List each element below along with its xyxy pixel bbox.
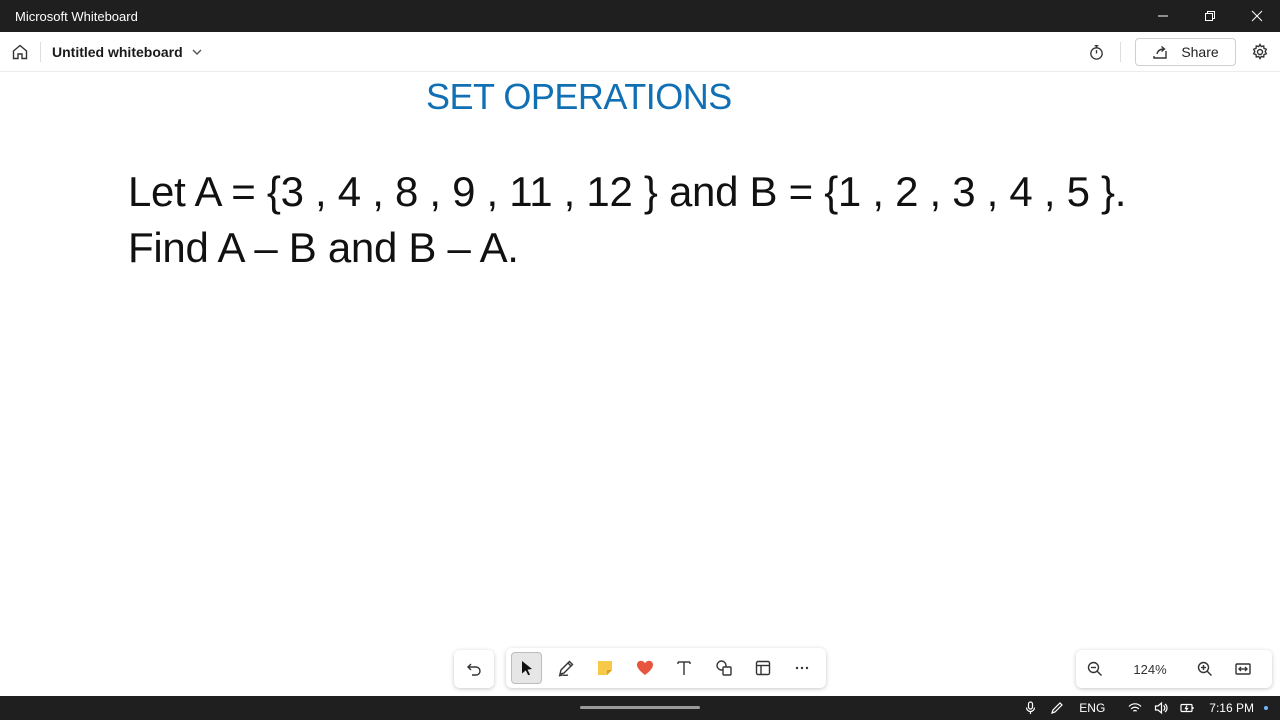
close-button[interactable]	[1233, 0, 1280, 32]
tools-toolbar	[506, 648, 826, 688]
templates-tool[interactable]	[747, 652, 778, 684]
chevron-down-icon	[192, 49, 202, 55]
minimize-button[interactable]	[1139, 0, 1186, 32]
battery-icon[interactable]	[1179, 700, 1195, 716]
share-label: Share	[1181, 44, 1219, 60]
select-tool[interactable]	[511, 652, 543, 684]
settings-icon	[1252, 43, 1268, 60]
home-icon	[12, 44, 28, 59]
wifi-icon[interactable]	[1127, 700, 1143, 716]
text-icon	[677, 661, 691, 675]
appbar-divider-right	[1120, 42, 1121, 62]
select-icon	[521, 661, 532, 676]
share-button[interactable]: Share	[1135, 38, 1236, 66]
heading-text[interactable]: SET OPERATIONS	[426, 76, 732, 118]
volume-icon[interactable]	[1153, 700, 1169, 716]
gesture-handle[interactable]	[580, 706, 700, 709]
minimize-icon	[1157, 15, 1168, 17]
fit-to-screen-button[interactable]	[1224, 650, 1262, 688]
heart-icon	[636, 660, 653, 675]
more-tools-button[interactable]	[787, 652, 818, 684]
sticky-note-icon	[598, 661, 613, 675]
microphone-icon[interactable]	[1023, 700, 1039, 716]
zoom-in-button[interactable]	[1186, 650, 1224, 688]
shapes-tool[interactable]	[708, 652, 739, 684]
pen-input-icon[interactable]	[1049, 700, 1065, 716]
taskbar: ENG 7:16 PM	[0, 696, 1280, 720]
text-tool[interactable]	[669, 652, 700, 684]
board-title: Untitled whiteboard	[52, 43, 183, 60]
app-title: Microsoft Whiteboard	[15, 8, 138, 24]
zoom-level[interactable]: 124%	[1114, 662, 1186, 677]
system-tray: ENG 7:16 PM	[1023, 696, 1280, 720]
sticky-note-tool[interactable]	[590, 652, 621, 684]
app-bar: Untitled whiteboard Share	[0, 32, 1280, 72]
zoom-controls: 124%	[1076, 650, 1272, 688]
fit-width-icon	[1235, 663, 1251, 675]
problem-text-box[interactable]: Let A = {3 , 4 , 8 , 9 , 11 , 12 } and B…	[128, 164, 1126, 276]
home-button[interactable]	[0, 32, 40, 72]
restore-button[interactable]	[1186, 0, 1233, 32]
timer-icon	[1089, 44, 1103, 60]
whiteboard-canvas[interactable]: SET OPERATIONS Let A = {3 , 4 , 8 , 9 , …	[0, 72, 1280, 696]
share-icon	[1153, 45, 1168, 59]
clock[interactable]: 7:16 PM	[1209, 701, 1254, 715]
zoom-out-button[interactable]	[1076, 650, 1114, 688]
problem-line-1: Let A = {3 , 4 , 8 , 9 , 11 , 12 } and B…	[128, 168, 1127, 215]
timer-button[interactable]	[1084, 40, 1108, 64]
templates-icon	[755, 660, 771, 676]
notification-dot[interactable]	[1264, 706, 1268, 710]
pen-tool[interactable]	[550, 652, 581, 684]
undo-button[interactable]	[458, 653, 490, 685]
reactions-tool[interactable]	[629, 652, 660, 684]
window-controls	[1139, 0, 1280, 32]
undo-icon	[467, 663, 481, 676]
close-icon	[1251, 10, 1262, 22]
problem-line-2: Find A – B and B – A.	[128, 224, 519, 271]
zoom-out-icon	[1087, 661, 1102, 676]
undo-toolbar	[454, 650, 494, 688]
shapes-icon	[715, 660, 732, 676]
restore-icon	[1204, 11, 1215, 21]
zoom-in-icon	[1197, 661, 1212, 676]
appbar-divider	[40, 41, 41, 62]
more-icon	[796, 666, 809, 670]
settings-button[interactable]	[1248, 40, 1272, 64]
pen-icon	[558, 660, 574, 677]
title-bar: Microsoft Whiteboard	[0, 0, 1280, 32]
language-indicator[interactable]: ENG	[1079, 701, 1105, 715]
board-title-menu[interactable]: Untitled whiteboard	[52, 44, 203, 60]
